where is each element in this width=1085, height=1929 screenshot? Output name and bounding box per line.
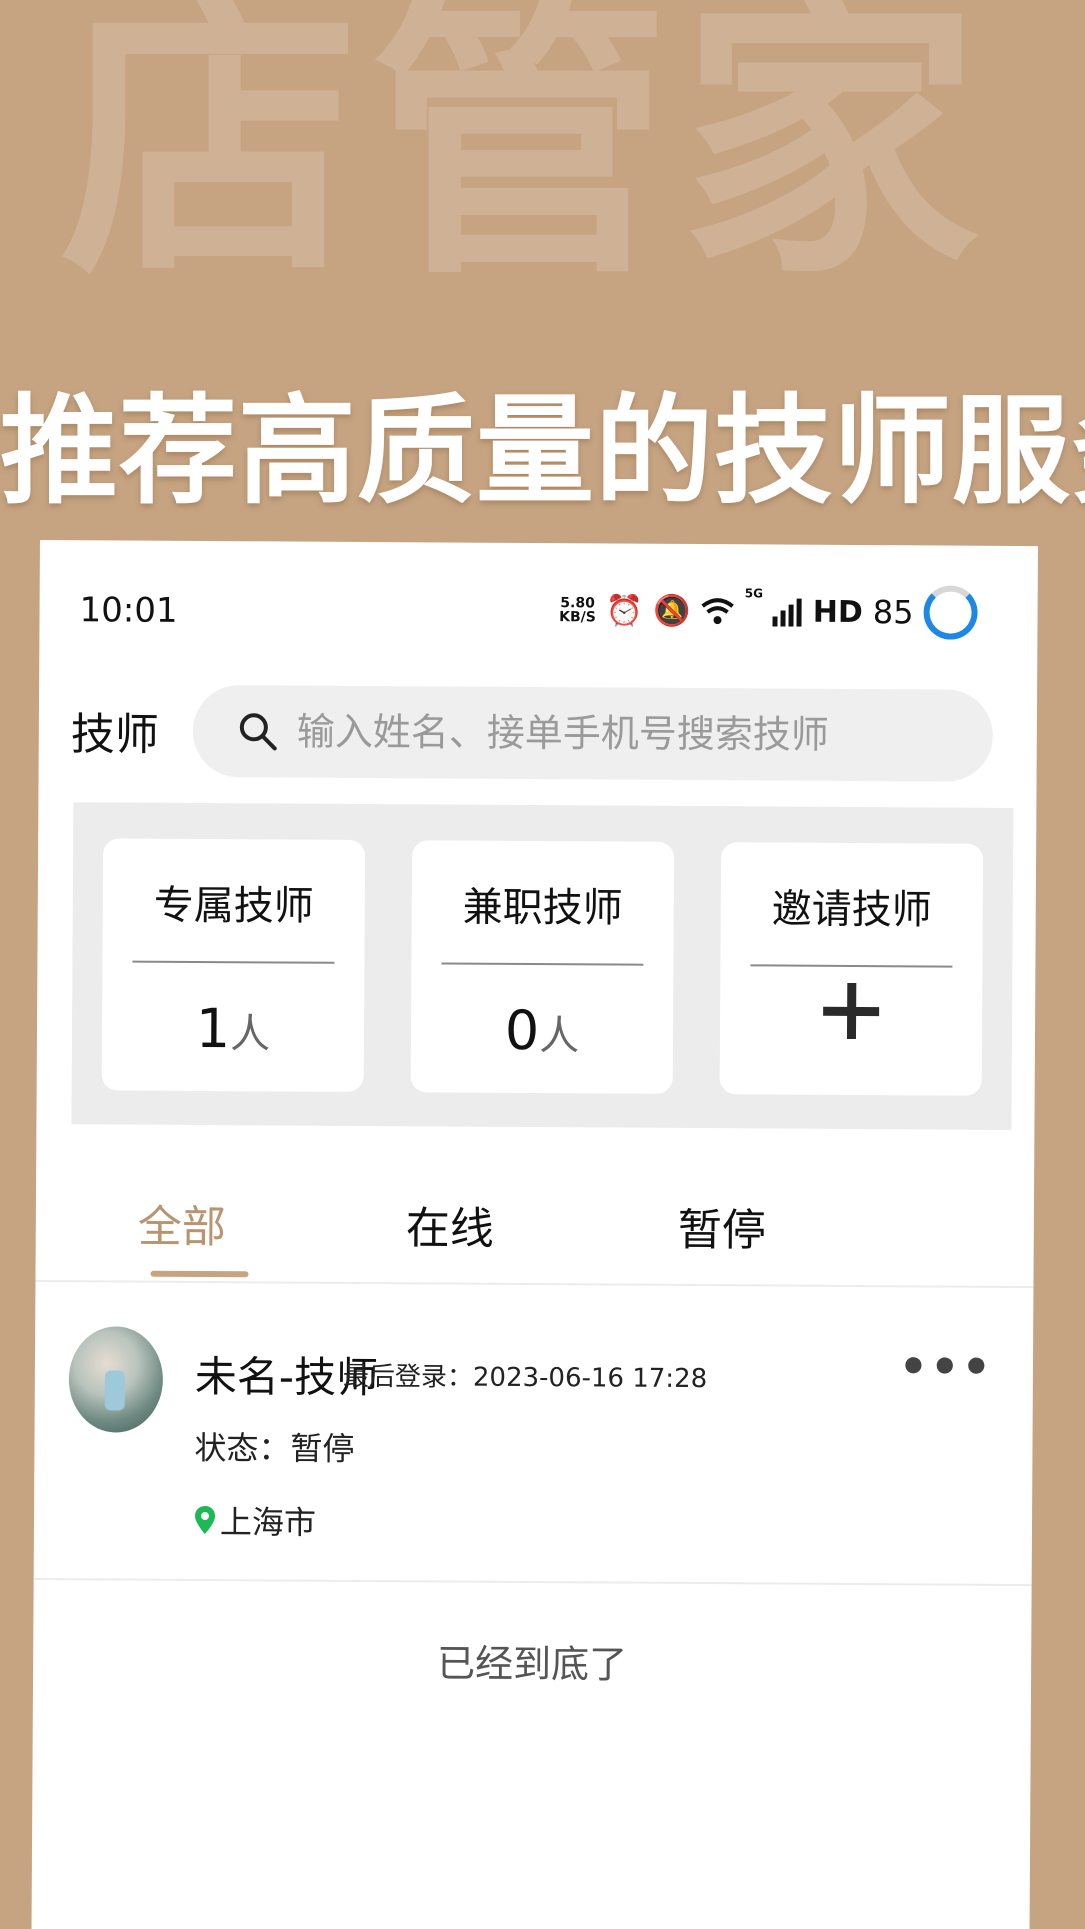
- part-time-count-unit: 人: [539, 1013, 580, 1060]
- part-time-technician-card[interactable]: 兼职技师 0人: [410, 840, 675, 1094]
- exclusive-count-unit: 人: [230, 1011, 271, 1058]
- technician-status: 状态：暂停: [194, 1428, 355, 1468]
- location-pin-icon: [195, 1506, 216, 1535]
- plus-icon[interactable]: [823, 983, 879, 1039]
- status-bar: 10:01 5.80 KB/S ⏰ 🔕 5G HD 85: [39, 540, 1038, 676]
- phone-screen: 10:01 5.80 KB/S ⏰ 🔕 5G HD 85 技师 输入姓名、接单手…: [31, 540, 1038, 1929]
- last-login-time: 2023-06-16 17:28: [472, 1362, 708, 1395]
- status-icons: 5.80 KB/S ⏰ 🔕 5G HD 85: [559, 583, 978, 640]
- tab-paused[interactable]: 暂停: [678, 1194, 766, 1259]
- card-divider: [441, 962, 644, 966]
- exclusive-technician-count: 1人: [102, 996, 364, 1061]
- battery-level: 85: [872, 593, 914, 632]
- invite-technician-label: 邀请技师: [771, 886, 932, 934]
- alarm-icon: ⏰: [605, 592, 644, 629]
- part-time-technician-label: 兼职技师: [462, 884, 623, 932]
- hd-indicator: HD: [812, 594, 863, 630]
- promo-headline: 推荐高质量的技师服务: [0, 382, 1085, 520]
- tab-all[interactable]: 全部: [138, 1191, 226, 1256]
- brand-watermark: 店管家: [60, 0, 990, 314]
- net-speed-unit: KB/S: [559, 609, 596, 626]
- search-icon: [239, 713, 277, 751]
- filter-tabs: 全部 在线 暂停: [35, 1139, 1035, 1289]
- active-tab-indicator: [150, 1270, 249, 1278]
- signal-icon: [772, 598, 802, 627]
- exclusive-technician-card[interactable]: 专属技师 1人: [101, 838, 366, 1092]
- technician-list-item[interactable]: 未名-技师 最后登录：2023-06-16 17:28 状态：暂停 上海市 ••…: [33, 1283, 1034, 1587]
- card-divider: [132, 960, 335, 964]
- last-login: 最后登录：2023-06-16 17:28: [343, 1356, 708, 1395]
- silent-bell-icon: 🔕: [653, 593, 691, 629]
- promo-stage: 店管家 推荐高质量的技师服务 10:01 5.80 KB/S ⏰ 🔕 5G HD…: [0, 0, 1085, 1929]
- wifi-icon: [701, 598, 734, 625]
- card-divider: [750, 964, 953, 968]
- tab-online[interactable]: 在线: [406, 1192, 494, 1257]
- search-input[interactable]: [296, 709, 977, 758]
- network-type: 5G: [744, 586, 763, 601]
- list-end-text: 已经到底了: [436, 1641, 628, 1687]
- invite-technician-card[interactable]: 邀请技师: [719, 842, 984, 1096]
- exclusive-count-value: 1: [195, 996, 231, 1061]
- net-speed: 5.80 KB/S: [559, 595, 596, 626]
- avatar: [68, 1326, 164, 1433]
- more-options-icon[interactable]: •••: [899, 1339, 994, 1394]
- part-time-technician-count: 0人: [411, 998, 673, 1063]
- stats-panel: 专属技师 1人 兼职技师 0人 邀请技师: [71, 802, 1014, 1130]
- exclusive-technician-label: 专属技师: [153, 882, 314, 930]
- page-title: 技师: [70, 709, 159, 761]
- battery-ring-icon: [923, 585, 978, 640]
- location-text: 上海市: [219, 1503, 317, 1542]
- last-login-label: 最后登录：: [342, 1361, 473, 1393]
- search-box[interactable]: [192, 684, 994, 782]
- status-time: 10:01: [79, 590, 178, 631]
- part-time-count-value: 0: [504, 998, 540, 1063]
- search-row: 技师: [39, 680, 1038, 786]
- technician-location: 上海市: [194, 1497, 316, 1544]
